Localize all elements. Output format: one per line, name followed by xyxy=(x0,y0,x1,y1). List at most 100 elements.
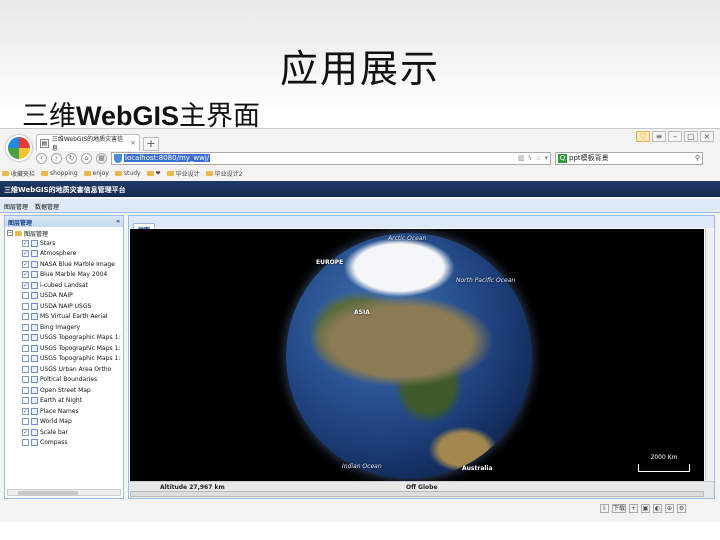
layer-checkbox[interactable]: ✓ xyxy=(22,271,29,279)
favorites-heart-icon[interactable]: ♡ xyxy=(636,131,650,142)
earth-globe[interactable]: Arctic Ocean EUROPE North Pacific Ocean … xyxy=(286,233,532,479)
layer-icon xyxy=(31,376,38,384)
refresh-icon[interactable]: ↻ xyxy=(66,152,77,164)
layer-checkbox[interactable] xyxy=(22,376,29,384)
new-tab-button[interactable]: + xyxy=(143,137,159,151)
layer-checkbox[interactable] xyxy=(22,439,29,447)
sound-icon[interactable]: ◐ xyxy=(653,504,663,513)
layer-item[interactable]: ✓ i-cubed Landsat xyxy=(7,280,121,291)
layer-checkbox[interactable] xyxy=(22,365,29,373)
reader-icon[interactable]: ▥ xyxy=(518,154,525,162)
layer-item[interactable]: USGS Topographic Maps 1:1 xyxy=(7,343,121,354)
tool-icon[interactable]: ▣ xyxy=(641,504,651,513)
layer-item[interactable]: Open Street Map xyxy=(7,385,121,396)
layer-checkbox[interactable]: ✓ xyxy=(22,260,29,268)
grid-icon[interactable]: ▦ xyxy=(96,152,107,164)
layer-item[interactable]: Earth at Night xyxy=(7,396,121,407)
layer-checkbox[interactable]: ✓ xyxy=(22,428,29,436)
address-bar[interactable]: localhost:8080/my_wwj/ ▥ ϟ ☆ ▾ xyxy=(111,151,551,165)
status-scrollbar[interactable] xyxy=(130,491,704,497)
layer-checkbox[interactable]: ✓ xyxy=(22,281,29,289)
layer-item[interactable]: USGS Urban Area Ortho xyxy=(7,364,121,375)
folder-icon xyxy=(2,170,9,176)
layer-item[interactable]: ✓ NASA Blue Marble Image xyxy=(7,259,121,270)
url-text[interactable]: localhost:8080/my_wwj/ xyxy=(124,154,211,162)
add-icon[interactable]: + xyxy=(629,504,639,513)
layer-item[interactable]: Poltical Boundaries xyxy=(7,375,121,386)
layer-item[interactable]: Bing Imagery xyxy=(7,322,121,333)
bookmark-heart[interactable]: ❤ xyxy=(146,170,161,177)
layer-checkbox[interactable]: ✓ xyxy=(22,407,29,415)
search-box[interactable]: Q ppt模板背景 ⚲ xyxy=(555,151,703,165)
dropdown-arrow-icon[interactable]: ▾ xyxy=(544,154,548,162)
layer-item[interactable]: USGS Topographic Maps 1:2 xyxy=(7,333,121,344)
layer-checkbox[interactable] xyxy=(22,344,29,352)
settings-icon[interactable]: ⚙ xyxy=(677,504,687,513)
layer-label: USGS Topographic Maps 1:2 xyxy=(40,334,121,342)
layer-item[interactable]: USDA NAIP USGS xyxy=(7,301,121,312)
back-icon[interactable]: ‹ xyxy=(36,152,47,164)
menu-layer-management[interactable]: 图层管理 xyxy=(4,202,28,211)
globe-status: Off Globe xyxy=(406,484,438,491)
bookmark-graduation[interactable]: 毕业设计 xyxy=(166,169,200,178)
globe-view[interactable]: Arctic Ocean EUROPE North Pacific Ocean … xyxy=(130,229,704,482)
collapse-panel-icon[interactable]: « xyxy=(116,218,120,225)
layer-checkbox[interactable] xyxy=(22,355,29,363)
zoom-icon[interactable]: ⊕ xyxy=(665,504,675,513)
layer-checkbox[interactable] xyxy=(22,313,29,321)
layer-item[interactable]: USGS Topographic Maps 1:2 xyxy=(7,354,121,365)
layer-icon xyxy=(31,260,38,268)
layer-item[interactable]: ✓ Place Names xyxy=(7,406,121,417)
layer-item[interactable]: Compass xyxy=(7,438,121,449)
bookmark-enjoy[interactable]: enjoy xyxy=(83,170,109,177)
layer-checkbox[interactable] xyxy=(22,418,29,426)
search-engine-icon[interactable]: Q xyxy=(558,153,567,163)
layer-item[interactable]: USDA NAIP xyxy=(7,291,121,302)
label-north-pacific: North Pacific Ocean xyxy=(456,277,516,284)
close-tab-icon[interactable]: × xyxy=(130,139,136,147)
layer-checkbox[interactable] xyxy=(22,397,29,405)
layer-checkbox[interactable] xyxy=(22,302,29,310)
layer-item[interactable]: ✓ Scale bar xyxy=(7,427,121,438)
layer-item[interactable]: ✓ Atmosphere xyxy=(7,249,121,260)
layer-checkbox[interactable]: ✓ xyxy=(22,239,29,247)
minimize-icon[interactable]: – xyxy=(668,131,682,142)
bookmark-study[interactable]: study xyxy=(114,170,141,177)
lightning-icon[interactable]: ϟ xyxy=(528,154,533,162)
layer-item[interactable]: World Map xyxy=(7,417,121,428)
layer-icon xyxy=(31,428,38,436)
layer-checkbox[interactable] xyxy=(22,323,29,331)
close-window-icon[interactable]: × xyxy=(700,131,714,142)
star-icon[interactable]: ☆ xyxy=(535,154,541,162)
layer-checkbox[interactable]: ✓ xyxy=(22,250,29,258)
menu-data-management[interactable]: 数据管理 xyxy=(35,202,59,211)
bookmark-graduation-2[interactable]: 毕业设计2 xyxy=(205,169,242,178)
collapse-node-icon[interactable]: − xyxy=(7,230,13,236)
horizontal-scrollbar[interactable] xyxy=(7,489,121,496)
map-tabs: 地图 xyxy=(129,216,714,235)
layer-item[interactable]: ✓ Stars xyxy=(7,238,121,249)
browser-tab[interactable]: ▤ 三维WebGIS的地质灾害信息 × xyxy=(36,134,140,152)
layer-checkbox[interactable] xyxy=(22,386,29,394)
home-icon[interactable]: ⌂ xyxy=(81,152,92,164)
layer-item[interactable]: ✓ Blue Marble May 2004 xyxy=(7,270,121,281)
layer-checkbox[interactable] xyxy=(22,292,29,300)
search-text[interactable]: ppt模板背景 xyxy=(569,153,609,163)
download-icon[interactable]: ⇩ xyxy=(600,504,609,513)
browser-logo-icon[interactable] xyxy=(6,135,32,161)
bookmark-shopping[interactable]: shopping xyxy=(41,170,78,177)
magnifier-icon[interactable]: ⚲ xyxy=(695,154,700,162)
layer-checkbox[interactable] xyxy=(22,334,29,342)
map-panel: 地图 Arctic Ocean EUROPE North Pacific Oce… xyxy=(128,215,715,499)
layer-icon xyxy=(31,271,38,279)
forward-icon[interactable]: › xyxy=(51,152,62,164)
tree-root[interactable]: − 图层管理 xyxy=(7,228,121,238)
download-label[interactable]: 下载 xyxy=(612,504,627,513)
menu-icon[interactable]: ≡ xyxy=(652,131,666,142)
window-controls: ♡ ≡ – □ × xyxy=(636,131,714,142)
bookmark-label: 收藏夹栏 xyxy=(11,170,36,178)
vertical-scrollbar[interactable] xyxy=(705,229,713,482)
bookmark-favorites-bar[interactable]: 收藏夹栏 xyxy=(2,169,35,178)
layer-item[interactable]: MS Virtual Earth Aerial xyxy=(7,312,121,323)
maximize-icon[interactable]: □ xyxy=(684,131,698,142)
